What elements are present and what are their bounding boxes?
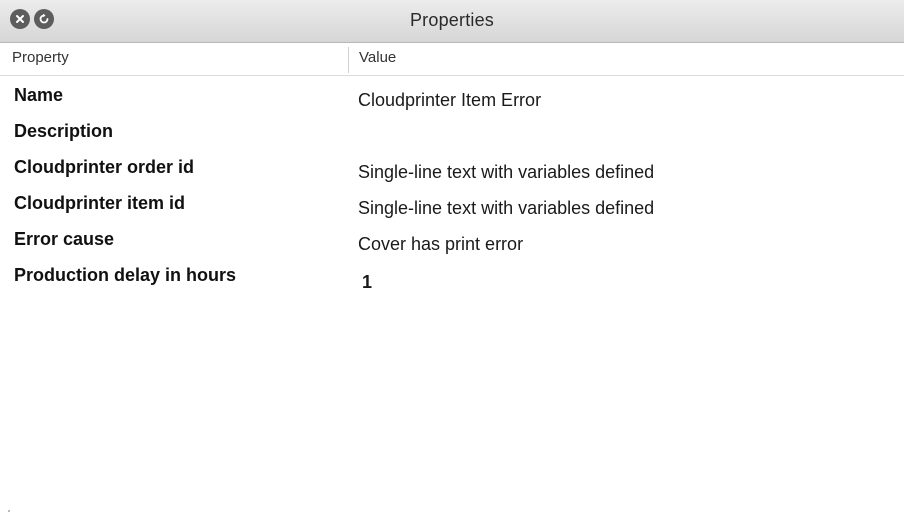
- property-name: Cloudprinter order id: [14, 157, 194, 177]
- property-value[interactable]: Cover has print error: [358, 234, 523, 255]
- table-row[interactable]: Cloudprinter order id Single-line text w…: [0, 152, 904, 188]
- property-value[interactable]: Single-line text with variables defined: [358, 162, 654, 183]
- table-row[interactable]: Name Cloudprinter Item Error: [0, 80, 904, 116]
- title-bar[interactable]: Properties: [0, 0, 904, 43]
- window-title: Properties: [409, 10, 495, 30]
- property-name: Error cause: [14, 229, 115, 249]
- column-divider[interactable]: [348, 47, 349, 73]
- property-name: Name: [14, 85, 64, 105]
- property-value[interactable]: 1: [362, 272, 372, 293]
- property-value[interactable]: Single-line text with variables defined: [358, 198, 654, 219]
- resize-corner[interactable]: [8, 510, 10, 512]
- property-name: Description: [14, 121, 114, 141]
- properties-table: Name Cloudprinter Item Error Description…: [0, 80, 904, 296]
- property-name: Cloudprinter item id: [14, 193, 185, 213]
- table-header: Property Value: [0, 43, 904, 76]
- column-header-property[interactable]: Property: [12, 49, 69, 66]
- table-row[interactable]: Description: [0, 116, 904, 152]
- table-row[interactable]: Cloudprinter item id Single-line text wi…: [0, 188, 904, 224]
- column-header-value[interactable]: Value: [359, 49, 396, 66]
- table-row[interactable]: Production delay in hours 1: [0, 260, 904, 296]
- property-value[interactable]: Cloudprinter Item Error: [358, 90, 541, 111]
- properties-window: Properties Property Value Name Cloudprin…: [0, 0, 904, 519]
- property-name: Production delay in hours: [14, 265, 237, 285]
- table-row[interactable]: Error cause Cover has print error: [0, 224, 904, 260]
